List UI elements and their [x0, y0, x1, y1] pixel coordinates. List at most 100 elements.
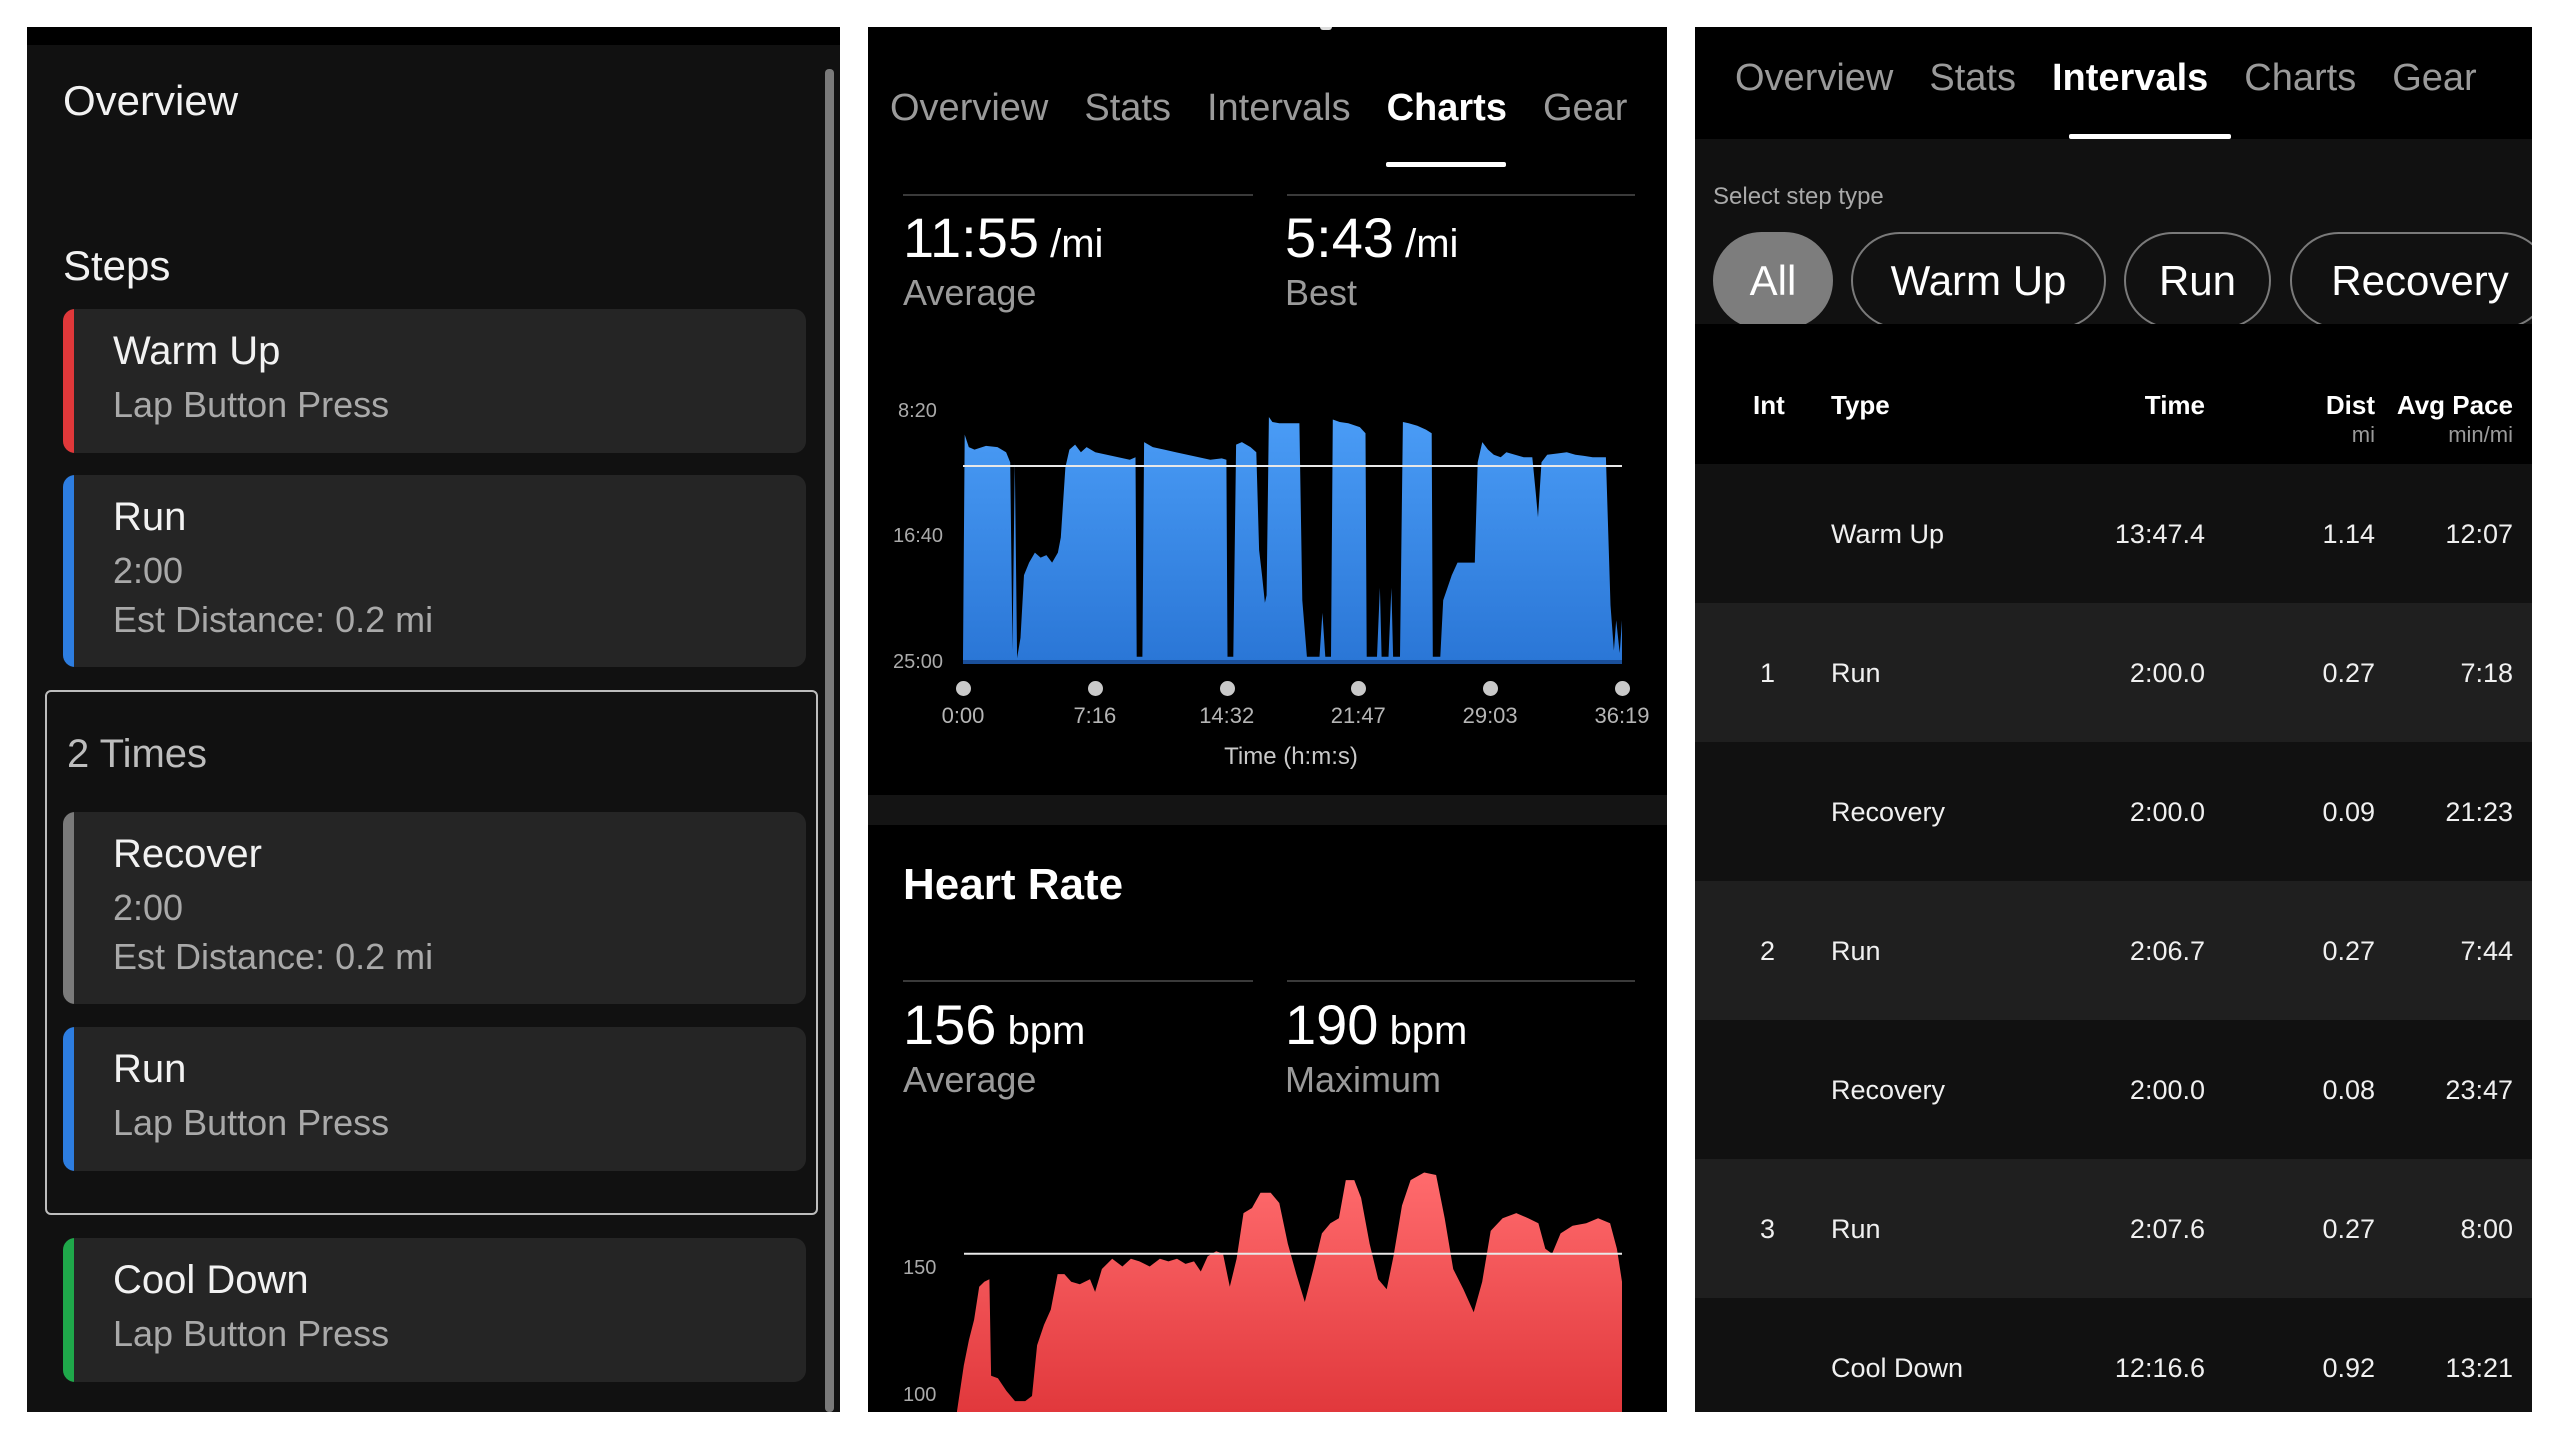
- heart-rate-area: [957, 1172, 1622, 1412]
- step-duration: 2:00: [113, 887, 184, 928]
- cell-avg-pace: 13:21: [2445, 1353, 2513, 1383]
- step-card-run[interactable]: Run 2:00 Est Distance: 0.2 mi: [63, 475, 806, 667]
- step-color-bar: [63, 475, 74, 667]
- filter-chip-recovery[interactable]: Recovery: [2290, 232, 2532, 329]
- step-title: Recover: [113, 832, 262, 876]
- cell-type: Run: [1831, 658, 1881, 688]
- x-tick-label: 29:03: [1462, 703, 1518, 728]
- overview-title: Overview: [63, 77, 239, 124]
- cell-avg-pace: 7:44: [2460, 936, 2513, 966]
- table-row[interactable]: 3 Run 2:07.6 0.27 8:00: [1695, 1159, 2532, 1298]
- cell-int: 3: [1759, 1214, 1775, 1244]
- table-row[interactable]: 2 Run 2:06.7 0.27 7:44: [1695, 881, 2532, 1020]
- cell-type: Run: [1831, 1214, 1881, 1244]
- table-row[interactable]: Warm Up 13:47.4 1.14 12:07: [1695, 464, 2532, 603]
- tab-gear[interactable]: Gear: [2392, 57, 2476, 100]
- table-row[interactable]: Cool Down 12:16.6 0.92 13:21: [1695, 1298, 2532, 1412]
- step-color-bar: [63, 812, 74, 1004]
- cell-time: 2:00.0: [2129, 1075, 2205, 1105]
- cell-time: 12:16.6: [2114, 1353, 2205, 1383]
- x-tick-label: 21:47: [1330, 703, 1386, 728]
- intervals-panel: Overview Stats Intervals Charts Gear Sel…: [1695, 27, 2532, 1412]
- cell-avg-pace: 8:00: [2460, 1214, 2513, 1244]
- tab-stats[interactable]: Stats: [1929, 57, 2016, 100]
- tab-overview[interactable]: Overview: [1735, 57, 1893, 100]
- cell-dist: 0.27: [2322, 936, 2375, 966]
- pace-chart[interactable]: [868, 27, 1667, 1412]
- table-row[interactable]: 1 Run 2:00.0 0.27 7:18: [1695, 603, 2532, 742]
- col-type[interactable]: Type: [1831, 390, 1890, 421]
- filter-chip-all[interactable]: All: [1713, 232, 1833, 329]
- step-card-warm-up[interactable]: Warm Up Lap Button Press: [63, 309, 806, 453]
- cell-type: Recovery: [1831, 797, 1946, 827]
- step-duration: 2:00: [113, 550, 184, 591]
- unit: bpm: [1389, 1009, 1468, 1053]
- step-card-cool-down[interactable]: Cool Down Lap Button Press: [63, 1238, 806, 1382]
- tab-intervals[interactable]: Intervals: [2052, 57, 2208, 100]
- heart-rate-title: Heart Rate: [903, 860, 1124, 909]
- col-dist[interactable]: Dist: [2326, 390, 2375, 421]
- cell-dist: 0.08: [2322, 1075, 2375, 1105]
- step-detail: Lap Button Press: [113, 384, 390, 425]
- col-time[interactable]: Time: [2145, 390, 2205, 421]
- x-tick-dot[interactable]: [1087, 681, 1103, 696]
- hr-average-label: Average: [903, 1059, 1037, 1100]
- x-tick-dot[interactable]: [1615, 681, 1630, 696]
- repeat-count-label: 2 Times: [67, 732, 208, 776]
- cell-type: Recovery: [1831, 1075, 1946, 1105]
- pace-baseline: [963, 660, 1622, 664]
- x-tick-dot[interactable]: [956, 681, 971, 696]
- col-avg-pace[interactable]: Avg Pace: [2397, 390, 2513, 421]
- filter-chip-run[interactable]: Run: [2124, 232, 2271, 329]
- cell-time: 13:47.4: [2114, 519, 2205, 549]
- table-row[interactable]: Recovery 2:00.0 0.08 23:47: [1695, 1020, 2532, 1159]
- cell-dist: 0.27: [2322, 658, 2375, 688]
- y-tick-label: 150: [903, 1257, 937, 1279]
- divider: [903, 980, 1253, 982]
- cell-time: 2:00.0: [2129, 658, 2205, 688]
- col-int[interactable]: Int: [1753, 390, 1785, 421]
- col-dist-unit: mi: [2351, 422, 2375, 447]
- y-tick-label: 16:40: [893, 525, 944, 547]
- scrollbar[interactable]: [825, 69, 834, 1412]
- cell-dist: 0.09: [2322, 797, 2375, 827]
- divider: [1287, 980, 1635, 982]
- step-est-distance: Est Distance: 0.2 mi: [113, 936, 434, 977]
- x-tick-label: 0:00: [941, 703, 985, 728]
- step-detail: Lap Button Press: [113, 1313, 390, 1354]
- cell-avg-pace: 12:07: [2445, 519, 2513, 549]
- cell-int: 1: [1759, 658, 1775, 688]
- hr-max-value: 190 bpm: [1285, 992, 1467, 1057]
- col-avg-pace-unit: min/mi: [2448, 422, 2513, 447]
- x-tick-label: 14:32: [1199, 703, 1255, 728]
- x-tick-dot[interactable]: [1219, 681, 1235, 696]
- section-separator: [868, 795, 1667, 825]
- hr-max-label: Maximum: [1285, 1059, 1442, 1100]
- step-title: Run: [113, 1047, 187, 1091]
- cell-avg-pace: 23:47: [2445, 1075, 2513, 1105]
- charts-panel: Overview Stats Intervals Charts Gear 11:…: [868, 27, 1667, 1412]
- step-color-bar: [63, 1238, 74, 1382]
- table-row[interactable]: Recovery 2:00.0 0.09 21:23: [1695, 742, 2532, 881]
- cell-type: Run: [1831, 936, 1881, 966]
- step-title: Warm Up: [113, 329, 281, 373]
- step-detail: Lap Button Press: [113, 1102, 390, 1143]
- cell-time: 2:07.6: [2129, 1214, 2205, 1244]
- cell-time: 2:06.7: [2129, 936, 2205, 966]
- cell-avg-pace: 21:23: [2445, 797, 2513, 827]
- step-card-recover[interactable]: Recover 2:00 Est Distance: 0.2 mi: [63, 812, 806, 1004]
- tab-charts[interactable]: Charts: [2244, 57, 2356, 100]
- value: 190: [1285, 993, 1379, 1056]
- unit: bpm: [1007, 1009, 1086, 1053]
- cell-dist: 0.27: [2322, 1214, 2375, 1244]
- cell-int: 2: [1759, 936, 1775, 966]
- cell-dist: 1.14: [2322, 519, 2375, 549]
- tab-bar: Overview Stats Intervals Charts Gear: [1735, 57, 2477, 100]
- repeat-group[interactable]: 2 Times Recover 2:00 Est Distance: 0.2 m…: [45, 690, 818, 1215]
- step-title: Cool Down: [113, 1258, 309, 1302]
- step-card-run-repeat[interactable]: Run Lap Button Press: [63, 1027, 806, 1171]
- step-est-distance: Est Distance: 0.2 mi: [113, 599, 434, 640]
- filter-chip-warm-up[interactable]: Warm Up: [1851, 232, 2106, 329]
- workout-steps-panel: Overview Steps Warm Up Lap Button Press …: [27, 27, 840, 1412]
- x-tick-label: 36:19: [1594, 703, 1650, 728]
